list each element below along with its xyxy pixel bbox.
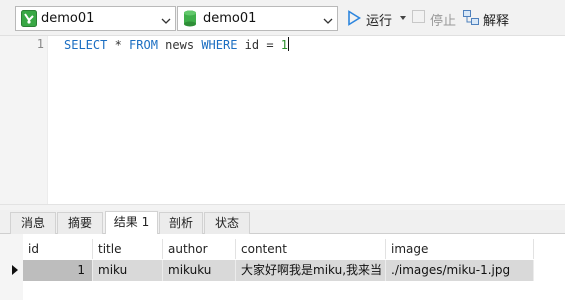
cell-content[interactable]: 大家好啊我是miku,我来当 — [236, 260, 386, 281]
run-button[interactable]: 运行 — [347, 6, 409, 31]
sql-table-name: news — [157, 38, 202, 52]
database-select[interactable]: demo01 — [177, 6, 338, 31]
explain-icon — [463, 10, 480, 30]
database-value: demo01 — [203, 11, 257, 26]
play-icon — [347, 10, 362, 30]
run-label: 运行 — [366, 14, 393, 29]
connection-icon — [21, 10, 37, 31]
sql-keyword: WHERE — [201, 38, 238, 52]
connection-select[interactable]: demo01 — [15, 6, 176, 31]
column-header-author[interactable]: author — [163, 239, 236, 259]
explain-button[interactable]: 解释 — [463, 6, 518, 31]
query-toolbar: demo01 demo01 运行 停止 解释 — [0, 0, 565, 36]
tab-profile[interactable]: 剖析 — [159, 212, 203, 234]
stop-icon — [412, 10, 425, 28]
text-caret — [288, 37, 290, 51]
sql-text: * — [107, 38, 130, 52]
cell-image[interactable]: ./images/miku-1.jpg — [386, 260, 534, 281]
sql-editor[interactable]: 1 SELECT * FROM news WHERE id = 1 — [0, 36, 565, 204]
explain-label: 解释 — [483, 14, 510, 29]
sql-text: id = — [237, 38, 281, 52]
sql-number: 1 — [280, 38, 289, 52]
cell-id[interactable]: 1 — [23, 260, 93, 281]
line-number: 1 — [36, 37, 44, 51]
line-number-gutter: 1 — [0, 36, 48, 204]
cell-author[interactable]: mikuku — [163, 260, 236, 281]
current-row-indicator-icon — [12, 265, 18, 275]
tab-messages[interactable]: 消息 — [10, 212, 56, 234]
column-header-content[interactable]: content — [236, 239, 386, 259]
chevron-down-icon — [161, 14, 171, 29]
column-header-image[interactable]: image — [386, 239, 534, 259]
sql-keyword: SELECT — [64, 38, 108, 52]
tab-status[interactable]: 状态 — [204, 212, 250, 234]
tab-summary[interactable]: 摘要 — [57, 212, 103, 234]
cell-title[interactable]: miku — [93, 260, 163, 281]
stop-label: 停止 — [430, 14, 457, 29]
column-header-id[interactable]: id — [23, 239, 93, 259]
database-icon — [183, 10, 197, 31]
result-grid: id title author content image 1 miku mik… — [0, 234, 565, 300]
chevron-down-icon — [323, 14, 333, 29]
tab-result-1[interactable]: 结果 1 — [105, 211, 158, 234]
column-header-title[interactable]: title — [93, 239, 163, 259]
connection-value: demo01 — [41, 11, 95, 26]
stop-button[interactable]: 停止 — [412, 6, 458, 31]
run-dropdown-icon[interactable] — [400, 16, 406, 20]
result-tabs: 消息 摘要 结果 1 剖析 状态 — [0, 210, 565, 234]
sql-query-line[interactable]: SELECT * FROM news WHERE id = 1 — [64, 37, 290, 52]
sql-keyword: FROM — [129, 38, 158, 52]
